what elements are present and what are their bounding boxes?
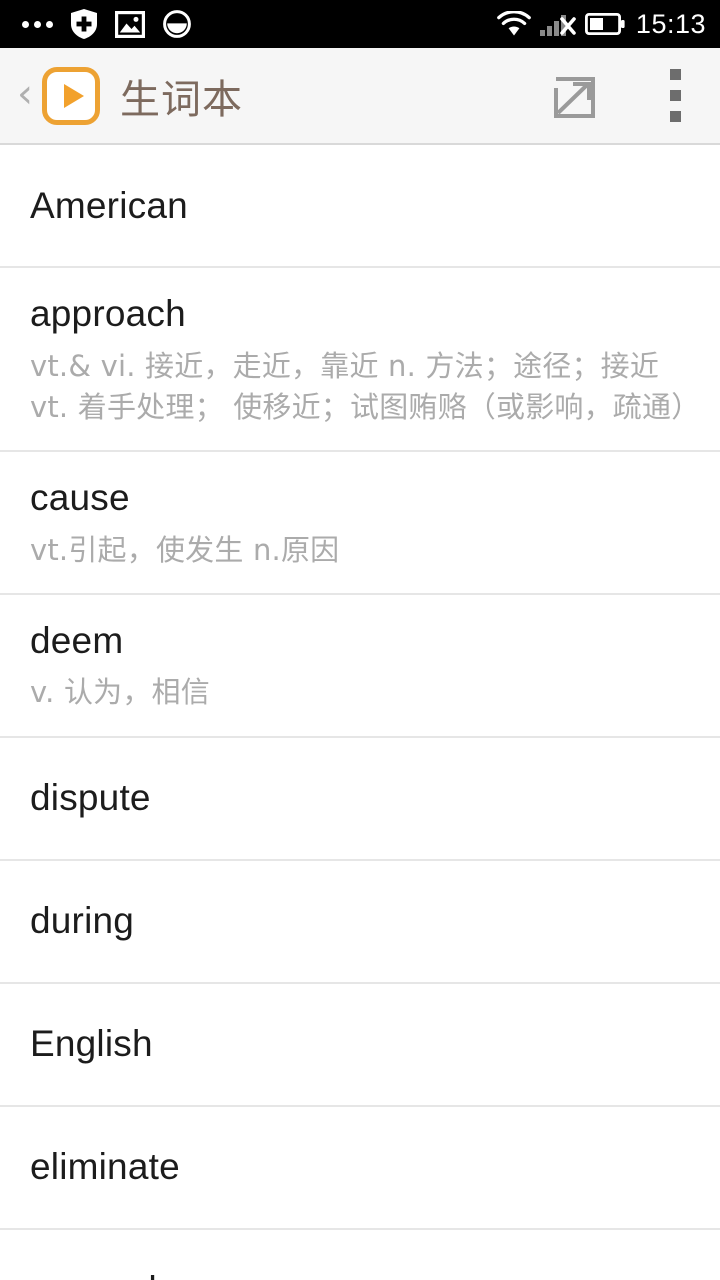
word-term: during — [30, 900, 135, 942]
image-icon — [115, 10, 145, 38]
word-term: eliminate — [30, 1146, 180, 1188]
word-term: deem — [30, 619, 124, 661]
word-list-item[interactable]: American — [0, 145, 720, 268]
share-export-button[interactable] — [546, 69, 600, 123]
word-list-item[interactable]: English — [0, 984, 720, 1107]
word-list-item[interactable]: eliminate — [0, 1107, 720, 1230]
app-bar-actions — [546, 66, 690, 126]
page-title: 生词本 — [120, 76, 243, 123]
word-term: English — [30, 1023, 153, 1065]
word-term: dispute — [30, 777, 151, 819]
app-bar: ‹ 生词本 — [0, 48, 720, 145]
word-list-item[interactable]: dispute — [0, 738, 720, 861]
vocabulary-word-list[interactable]: American approach vt.& vi. 接近，走近，靠近 n. 方法；… — [0, 145, 720, 1280]
status-bar-right-icons: 15:13 — [497, 9, 706, 40]
status-bar-clock: 15:13 — [635, 8, 706, 39]
word-term: everywhere — [30, 1268, 690, 1280]
status-bar-left-icons — [22, 9, 191, 39]
word-definition: vt.引起，使发生 n.原因 — [30, 532, 340, 567]
more-dots-icon — [22, 20, 53, 28]
shield-plus-icon — [71, 9, 97, 39]
overflow-menu-button[interactable] — [660, 66, 690, 126]
word-definition: v. 认为，相信 — [30, 675, 210, 710]
battery-icon — [584, 13, 625, 35]
word-definition: vt.& vi. 接近，走近，靠近 n. 方法；途径；接近 vt. 着手处理； … — [30, 348, 701, 424]
word-list-item[interactable]: during — [0, 861, 720, 984]
word-term: American — [30, 184, 188, 226]
word-term: approach — [30, 293, 186, 334]
word-list-item[interactable]: everywhere — [0, 1230, 720, 1280]
do-not-disturb-icon — [163, 10, 191, 38]
back-chevron-icon[interactable]: ‹ — [10, 47, 40, 144]
wifi-icon — [497, 11, 531, 37]
word-list-item[interactable]: approach vt.& vi. 接近，走近，靠近 n. 方法；途径；接近 vt… — [0, 268, 720, 452]
status-bar: 15:13 — [0, 0, 720, 48]
play-triangle-icon — [63, 83, 84, 108]
word-list-item[interactable]: deem v. 认为，相信 — [0, 595, 720, 738]
word-term: cause — [30, 477, 130, 518]
signal-no-service-icon — [539, 11, 576, 37]
app-play-icon[interactable] — [42, 66, 100, 125]
word-list-item[interactable]: cause vt.引起，使发生 n.原因 — [0, 452, 720, 595]
